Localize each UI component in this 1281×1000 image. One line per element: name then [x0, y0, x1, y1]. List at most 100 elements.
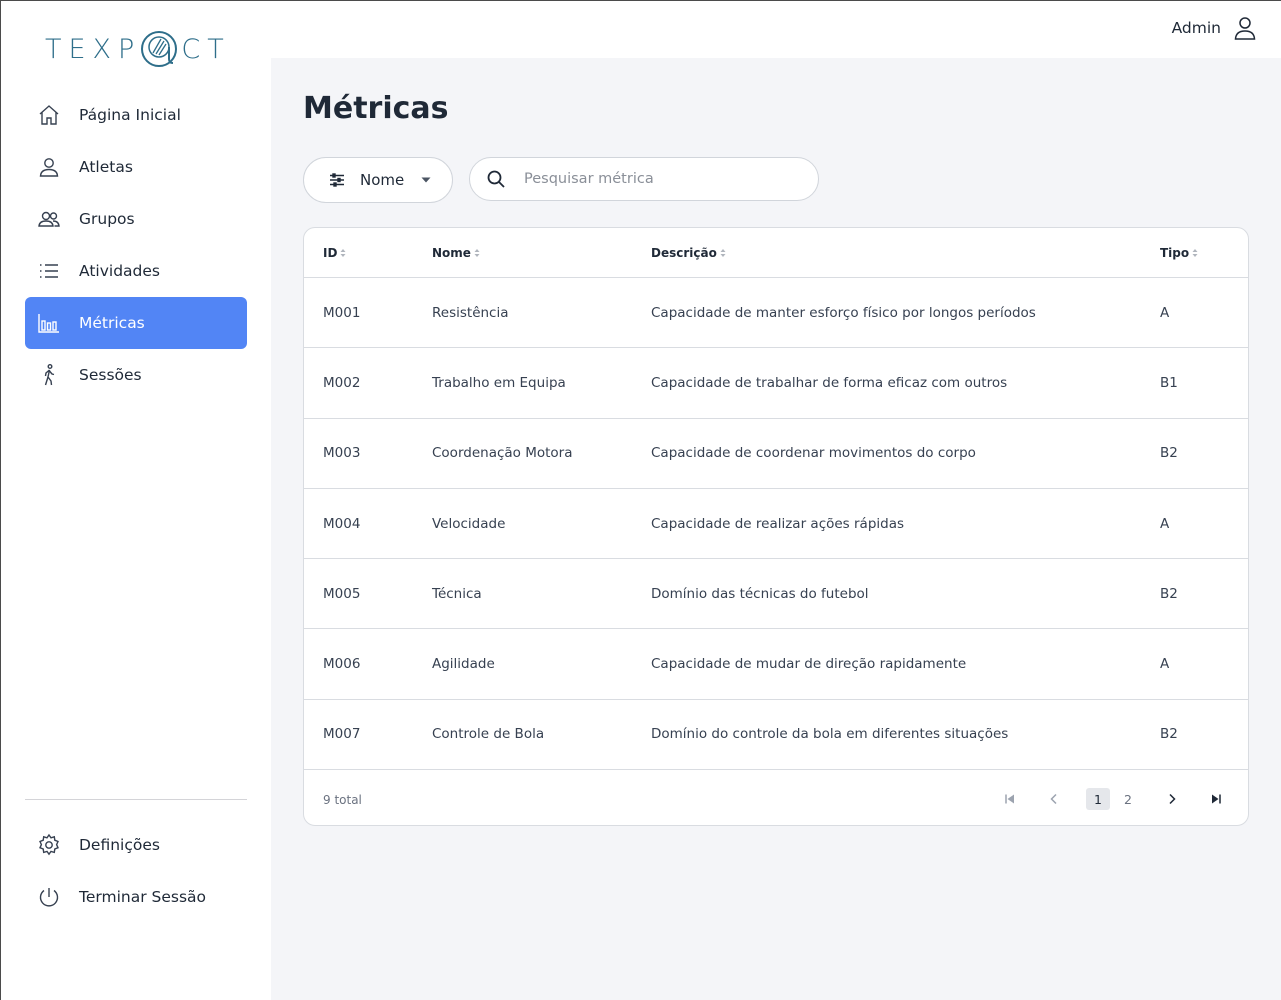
- user-menu[interactable]: Admin: [1172, 15, 1257, 41]
- cell-id: M006: [323, 656, 361, 673]
- sidebar-item-label: Atividades: [79, 262, 160, 280]
- next-page-button[interactable]: [1160, 788, 1184, 810]
- filter-selected-value: Nome: [360, 171, 405, 189]
- sidebar-item-grupos[interactable]: Grupos: [25, 193, 247, 245]
- cell-nome: Resistência: [432, 304, 509, 321]
- cell-id: M005: [323, 585, 361, 602]
- column-header-label: ID: [323, 245, 338, 260]
- user-label: Admin: [1171, 19, 1221, 37]
- column-header-descricao[interactable]: Descrição: [651, 246, 727, 260]
- sidebar-item-atletas[interactable]: Atletas: [25, 141, 247, 193]
- sidebar: TEXP CT Página Inicial Atletas Grupos At…: [1, 1, 271, 1000]
- column-header-tipo[interactable]: Tipo: [1160, 246, 1199, 260]
- cell-id: M007: [323, 726, 361, 743]
- sidebar-item-label: Terminar Sessão: [79, 888, 207, 906]
- last-page-icon: [1212, 794, 1221, 804]
- logo: TEXP CT: [45, 27, 231, 71]
- search-field: [469, 157, 819, 201]
- cell-tipo: A: [1160, 656, 1170, 673]
- cell-tipo: A: [1160, 515, 1170, 532]
- page-title: Métricas: [303, 91, 449, 126]
- page-button-2[interactable]: 2: [1116, 788, 1140, 810]
- cell-tipo: B1: [1160, 374, 1178, 391]
- last-page-button[interactable]: [1204, 788, 1228, 810]
- sidebar-item-atividades[interactable]: Atividades: [25, 245, 247, 297]
- first-page-icon: [1005, 794, 1014, 804]
- cell-nome: Agilidade: [432, 656, 495, 673]
- table-row[interactable]: M005 Técnica Domínio das técnicas do fut…: [304, 559, 1248, 630]
- sidebar-item-label: Definições: [79, 836, 160, 854]
- users-icon: [37, 207, 61, 231]
- table-row[interactable]: M003 Coordenação Motora Capacidade de co…: [304, 419, 1248, 489]
- app-window: TEXP CT Página Inicial Atletas Grupos At…: [0, 0, 1281, 1000]
- column-header-id[interactable]: ID: [323, 246, 347, 260]
- prev-page-button[interactable]: [1042, 788, 1066, 810]
- cell-tipo: B2: [1160, 726, 1178, 743]
- sort-icon: [340, 248, 346, 257]
- cell-nome: Coordenação Motora: [432, 445, 573, 462]
- search-icon: [487, 170, 505, 188]
- page-button-1[interactable]: 1: [1086, 788, 1110, 811]
- sidebar-item-label: Página Inicial: [79, 106, 181, 124]
- sidebar-item-label: Atletas: [79, 158, 133, 176]
- sort-icon: [1192, 248, 1198, 257]
- filter-dropdown[interactable]: Nome: [303, 157, 453, 203]
- table-row[interactable]: M007 Controle de Bola Domínio do control…: [304, 700, 1248, 771]
- cell-descricao: Domínio do controle da bola em diferente…: [651, 726, 1009, 743]
- main-nav: Página Inicial Atletas Grupos Atividades: [25, 89, 247, 401]
- power-icon: [37, 885, 61, 909]
- bar-chart-icon: [37, 311, 61, 335]
- walking-icon: [37, 363, 61, 387]
- sidebar-item-terminar-sessao[interactable]: Terminar Sessão: [25, 871, 247, 923]
- column-header-label: Nome: [432, 245, 471, 260]
- cell-nome: Trabalho em Equipa: [432, 374, 566, 391]
- cell-descricao: Capacidade de mudar de direção rapidamen…: [651, 656, 967, 673]
- sidebar-item-label: Sessões: [79, 366, 142, 384]
- sidebar-item-sessoes[interactable]: Sessões: [25, 349, 247, 401]
- cell-descricao: Capacidade de trabalhar de forma eficaz …: [651, 374, 1008, 391]
- table-row[interactable]: M006 Agilidade Capacidade de mudar de di…: [304, 629, 1248, 700]
- caret-down-icon: [421, 177, 431, 183]
- cell-descricao: Domínio das técnicas do futebol: [651, 585, 869, 602]
- main-content: Métricas Nome ID Nome: [271, 58, 1281, 1000]
- cell-descricao: Capacidade de manter esforço físico por …: [651, 304, 1036, 321]
- table-row[interactable]: M001 Resistência Capacidade de manter es…: [304, 278, 1248, 349]
- cell-nome: Velocidade: [432, 515, 506, 532]
- sidebar-item-definicoes[interactable]: Definições: [25, 819, 247, 871]
- sort-icon: [474, 248, 480, 257]
- cell-tipo: B2: [1160, 445, 1178, 462]
- column-header-label: Descrição: [651, 245, 717, 260]
- sliders-icon: [330, 173, 344, 187]
- logo-mark-icon: [141, 31, 178, 67]
- column-header-nome[interactable]: Nome: [432, 246, 481, 260]
- first-page-button[interactable]: [998, 788, 1022, 810]
- table-header: ID Nome Descrição Tipo: [304, 228, 1248, 278]
- logo-text-right: CT: [181, 33, 231, 65]
- sidebar-item-pagina-inicial[interactable]: Página Inicial: [25, 89, 247, 141]
- top-header: Admin: [271, 1, 1281, 58]
- pagination: 1 2: [998, 788, 1228, 811]
- cell-tipo: A: [1160, 304, 1170, 321]
- cell-tipo: B2: [1160, 585, 1178, 602]
- home-icon: [37, 103, 61, 127]
- gear-icon: [37, 833, 61, 857]
- sidebar-item-label: Grupos: [79, 210, 135, 228]
- user-icon: [1234, 17, 1256, 40]
- sidebar-divider: [25, 799, 247, 800]
- user-icon: [37, 155, 61, 179]
- cell-descricao: Capacidade de coordenar movimentos do co…: [651, 445, 976, 462]
- search-input[interactable]: [524, 171, 794, 187]
- cell-descricao: Capacidade de realizar ações rápidas: [651, 515, 905, 532]
- cell-id: M002: [323, 374, 361, 391]
- column-header-label: Tipo: [1160, 245, 1190, 260]
- logo-text-left: TEXP: [45, 33, 142, 65]
- metrics-table: ID Nome Descrição Tipo M001 Resistência …: [303, 227, 1249, 826]
- cell-nome: Controle de Bola: [432, 726, 545, 743]
- cell-id: M001: [323, 304, 361, 321]
- sidebar-bottom-nav: Definições Terminar Sessão: [25, 819, 247, 923]
- table-row[interactable]: M004 Velocidade Capacidade de realizar a…: [304, 489, 1248, 560]
- cell-nome: Técnica: [432, 585, 482, 602]
- table-row[interactable]: M002 Trabalho em Equipa Capacidade de tr…: [304, 348, 1248, 419]
- sidebar-item-label: Métricas: [79, 314, 145, 332]
- sidebar-item-metricas[interactable]: Métricas: [25, 297, 247, 349]
